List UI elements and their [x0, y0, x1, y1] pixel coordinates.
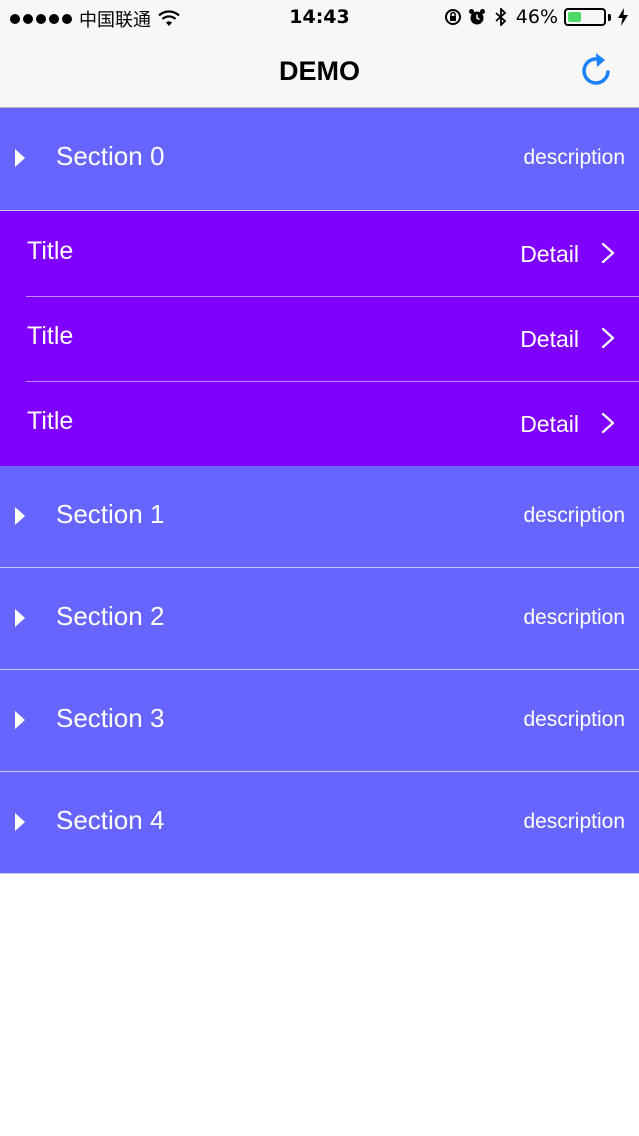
rotation-lock-icon	[444, 9, 461, 25]
row-detail: Detail	[520, 326, 579, 352]
charging-bolt-icon	[618, 8, 628, 26]
disclosure-triangle-icon	[15, 507, 25, 525]
section-description: description	[523, 606, 625, 629]
bluetooth-icon	[495, 8, 507, 26]
battery-level-fill	[568, 12, 582, 22]
section-rows: Title Detail Title Detail Title Detail	[0, 211, 639, 466]
status-right: 46%	[444, 6, 629, 28]
section-list: Section 0 description Title Detail Title Deta…	[0, 108, 639, 874]
chevron-right-icon	[601, 412, 615, 434]
section-title: Section 3	[56, 703, 165, 733]
chevron-right-icon	[601, 242, 615, 264]
chevron-right-icon	[601, 327, 615, 349]
section-title: Section 1	[56, 499, 165, 529]
section-title: Section 2	[56, 601, 165, 631]
disclosure-triangle-icon	[15, 609, 25, 627]
battery-tip	[608, 13, 611, 21]
list-item[interactable]: Title Detail	[0, 211, 639, 296]
row-detail: Detail	[520, 411, 579, 437]
battery-icon	[564, 8, 606, 26]
section-title: Section 4	[56, 805, 165, 835]
section-header-4[interactable]: Section 4 description	[0, 772, 639, 874]
battery-percent: 46%	[515, 6, 558, 28]
row-title: Title	[27, 237, 74, 265]
section-header-0[interactable]: Section 0 description	[0, 108, 639, 211]
list-item[interactable]: Title Detail	[0, 381, 639, 466]
section-header-3[interactable]: Section 3 description	[0, 670, 639, 772]
section-header-2[interactable]: Section 2 description	[0, 568, 639, 670]
row-title: Title	[27, 322, 74, 350]
disclosure-triangle-icon	[15, 711, 25, 729]
status-bar: 中国联通 14:43 46%	[0, 0, 639, 36]
section-header-1[interactable]: Section 1 description	[0, 466, 639, 568]
section-description: description	[523, 810, 625, 833]
disclosure-triangle-icon	[15, 149, 25, 167]
section-description: description	[523, 708, 625, 731]
alarm-icon	[468, 9, 485, 25]
refresh-icon[interactable]	[577, 50, 617, 90]
row-detail: Detail	[520, 241, 579, 267]
section-description: description	[523, 504, 625, 527]
page-title: DEMO	[279, 56, 360, 86]
list-item[interactable]: Title Detail	[0, 296, 639, 381]
row-title: Title	[27, 407, 74, 435]
disclosure-triangle-icon	[15, 813, 25, 831]
section-title: Section 0	[56, 141, 165, 171]
section-description: description	[523, 146, 625, 169]
navigation-bar: DEMO	[0, 36, 639, 108]
